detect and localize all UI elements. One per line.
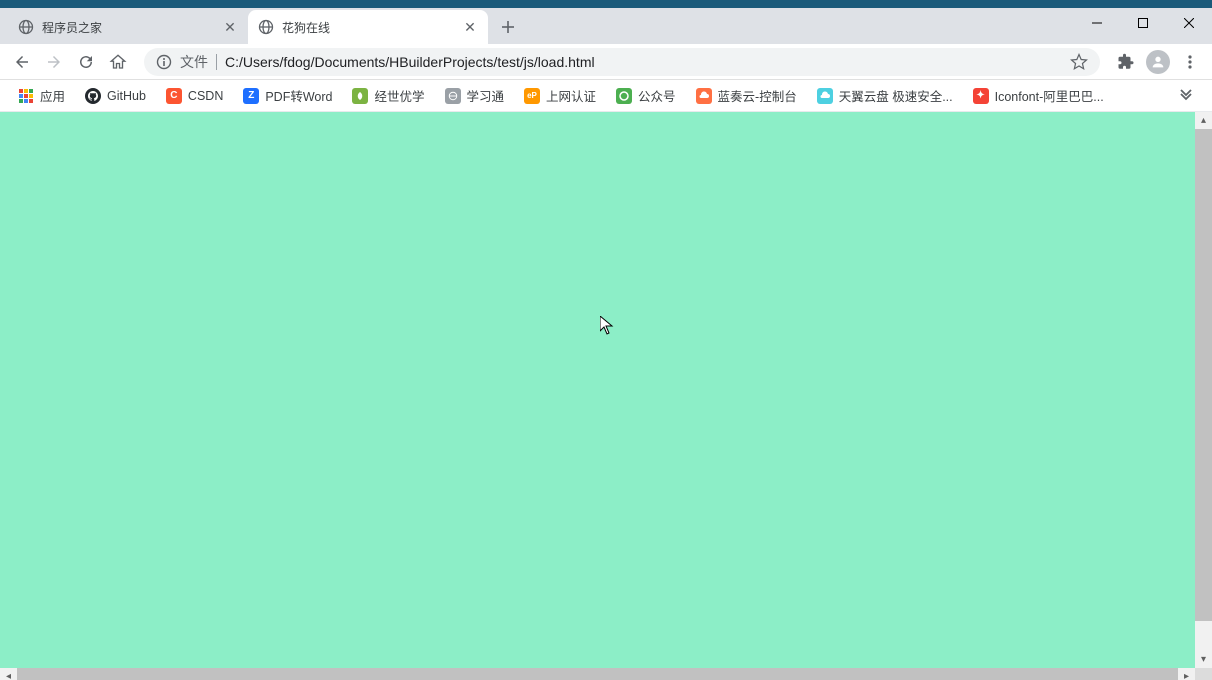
browser-tab-1[interactable]: 花狗在线 ✕	[248, 10, 488, 44]
scroll-up-icon[interactable]: ▴	[1195, 112, 1212, 129]
url-scheme-label: 文件	[180, 52, 208, 72]
home-button[interactable]	[104, 48, 132, 76]
bookmark-csdn[interactable]: C CSDN	[158, 84, 231, 108]
bookmark-label: PDF转Word	[265, 86, 332, 105]
github-icon	[85, 88, 101, 104]
menu-button[interactable]	[1176, 48, 1204, 76]
extensions-button[interactable]	[1112, 48, 1140, 76]
scroll-track[interactable]	[1195, 621, 1212, 651]
pdf-icon: Z	[243, 88, 259, 104]
bookmark-label: 蓝奏云-控制台	[718, 86, 797, 105]
page-body[interactable]	[0, 112, 1195, 668]
apps-shortcut[interactable]: 应用	[10, 82, 73, 109]
bookmark-tianyi[interactable]: 天翼云盘 极速安全...	[809, 82, 961, 109]
cloud-icon	[696, 88, 712, 104]
close-window-button[interactable]	[1166, 8, 1212, 38]
scroll-corner	[1195, 668, 1212, 680]
close-icon[interactable]: ✕	[222, 19, 238, 35]
bookmark-label: CSDN	[188, 89, 223, 103]
browser-tab-0[interactable]: 程序员之家 ✕	[8, 10, 248, 44]
bookmark-gzh[interactable]: 公众号	[608, 82, 684, 109]
bookmarks-bar: 应用 GitHub C CSDN Z PDF转Word 经世优学 学习通 eP …	[0, 80, 1212, 112]
csdn-icon: C	[166, 88, 182, 104]
vertical-scrollbar[interactable]: ▴ ▾	[1195, 112, 1212, 668]
bookmark-label: Iconfont-阿里巴巴...	[995, 86, 1104, 105]
bookmark-auth[interactable]: eP 上网认证	[516, 82, 604, 109]
horizontal-scrollbar[interactable]: ◂ ▸	[0, 668, 1212, 680]
back-button[interactable]	[8, 48, 36, 76]
forward-button[interactable]	[40, 48, 68, 76]
tab-title: 花狗在线	[282, 19, 454, 36]
bookmark-star-icon[interactable]	[1070, 53, 1088, 71]
scroll-thumb[interactable]	[17, 668, 1178, 680]
globe-icon	[18, 19, 34, 35]
bookmark-iconfont[interactable]: ✦ Iconfont-阿里巴巴...	[965, 82, 1112, 109]
bookmark-label: 经世优学	[374, 86, 424, 105]
tab-strip: 程序员之家 ✕ 花狗在线 ✕	[0, 8, 1212, 44]
url-path: C:/Users/fdog/Documents/HBuilderProjects…	[225, 54, 595, 70]
scroll-down-icon[interactable]: ▾	[1195, 651, 1212, 668]
avatar-icon	[1146, 50, 1170, 74]
bookmark-jingshi[interactable]: 经世优学	[344, 82, 432, 109]
bookmark-lanzou[interactable]: 蓝奏云-控制台	[688, 82, 805, 109]
new-tab-button[interactable]	[494, 13, 522, 41]
cloud-icon	[817, 88, 833, 104]
address-bar[interactable]: 文件 C:/Users/fdog/Documents/HBuilderProje…	[144, 48, 1100, 76]
tab-title: 程序员之家	[42, 19, 214, 36]
ep-icon: eP	[524, 88, 540, 104]
separator	[216, 54, 217, 70]
scroll-left-icon[interactable]: ◂	[0, 668, 17, 680]
close-icon[interactable]: ✕	[462, 19, 478, 35]
apps-icon	[18, 88, 34, 104]
bookmark-label: 学习通	[467, 86, 505, 105]
bookmarks-overflow-button[interactable]	[1170, 84, 1202, 108]
leaf-icon	[352, 88, 368, 104]
globe-icon	[258, 19, 274, 35]
profile-button[interactable]	[1144, 48, 1172, 76]
scroll-thumb[interactable]	[1195, 129, 1212, 621]
bookmark-label: GitHub	[107, 89, 146, 103]
bookmark-label: 天翼云盘 极速安全...	[839, 86, 953, 105]
reload-button[interactable]	[72, 48, 100, 76]
bookmark-github[interactable]: GitHub	[77, 84, 154, 108]
bookmark-xuexitong[interactable]: 学习通	[437, 82, 513, 109]
bookmark-label: 上网认证	[546, 86, 596, 105]
wechat-icon	[616, 88, 632, 104]
maximize-button[interactable]	[1120, 8, 1166, 38]
minimize-button[interactable]	[1074, 8, 1120, 38]
globe-icon	[445, 88, 461, 104]
window-accent-bar	[0, 0, 1212, 8]
bookmark-pdf[interactable]: Z PDF转Word	[235, 82, 340, 109]
scroll-right-icon[interactable]: ▸	[1178, 668, 1195, 680]
window-controls	[1074, 8, 1212, 38]
bookmark-label: 应用	[40, 86, 65, 105]
info-icon	[156, 54, 172, 70]
bookmark-label: 公众号	[638, 86, 676, 105]
viewport: ▴ ▾	[0, 112, 1212, 668]
browser-toolbar: 文件 C:/Users/fdog/Documents/HBuilderProje…	[0, 44, 1212, 80]
iconfont-icon: ✦	[973, 88, 989, 104]
